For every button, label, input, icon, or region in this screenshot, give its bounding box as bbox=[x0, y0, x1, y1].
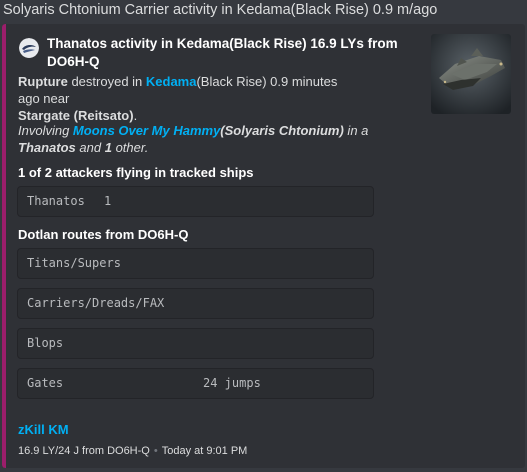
ship-thanatos-thumbnail[interactable] bbox=[431, 34, 511, 114]
attackers-codeblock: Thanatos 1 bbox=[17, 186, 374, 217]
footer-separator: • bbox=[153, 445, 158, 457]
kill-embed: Thanatos activity in Kedama(Black Rise) … bbox=[2, 24, 525, 468]
embed-author-name[interactable]: Thanatos activity in Kedama(Black Rise) … bbox=[47, 35, 414, 71]
zkill-link[interactable]: zKill KM bbox=[18, 421, 69, 438]
tracked-ship-count: 1 bbox=[104, 194, 112, 208]
embed-author: Thanatos activity in Kedama(Black Rise) … bbox=[19, 35, 414, 71]
route-carriers-codeblock: Carriers/Dreads/FAX bbox=[17, 288, 374, 319]
corp-logo-icon bbox=[19, 38, 39, 58]
route-gates-jumps: 24 jumps bbox=[203, 376, 261, 390]
others-count: 1 bbox=[104, 140, 112, 155]
route-titans-codeblock: Titans/Supers bbox=[17, 248, 374, 279]
embed-description-involving: Involving Moons Over My Hammy(Solyaris C… bbox=[18, 123, 369, 155]
attacker-corp: (Solyaris Chtonium) bbox=[220, 123, 344, 138]
footer-timestamp: Today at 9:01 PM bbox=[161, 445, 248, 457]
embed-footer: 16.9 LY/24 J from DO6H-Q • Today at 9:01 P… bbox=[18, 443, 247, 459]
kill-location: Stargate (Reitsato) bbox=[18, 108, 134, 123]
route-blops-codeblock: Blops bbox=[17, 328, 374, 359]
message-text: Solyaris Chtonium Carrier activity in Ke… bbox=[3, 2, 438, 18]
routes-field-title: Dotlan routes from DO6H-Q bbox=[18, 227, 189, 242]
route-gates-codeblock: Gates 24 jumps bbox=[17, 368, 374, 399]
footer-info: 16.9 LY/24 J from DO6H-Q bbox=[18, 445, 150, 457]
attackers-field-title: 1 of 2 attackers flying in tracked ships bbox=[18, 165, 254, 180]
system-link[interactable]: Kedama bbox=[146, 74, 197, 89]
attacker-ship: Thanatos bbox=[18, 140, 76, 155]
discord-message: Solyaris Chtonium Carrier activity in Ke… bbox=[0, 0, 527, 472]
tracked-ship-name: Thanatos bbox=[27, 194, 85, 208]
victim-ship: Rupture bbox=[18, 74, 68, 89]
embed-accent-bar bbox=[2, 24, 6, 468]
attacker-link[interactable]: Moons Over My Hammy bbox=[73, 123, 220, 138]
embed-description-kill: Rupture destroyed in Kedama(Black Rise) … bbox=[18, 74, 338, 123]
